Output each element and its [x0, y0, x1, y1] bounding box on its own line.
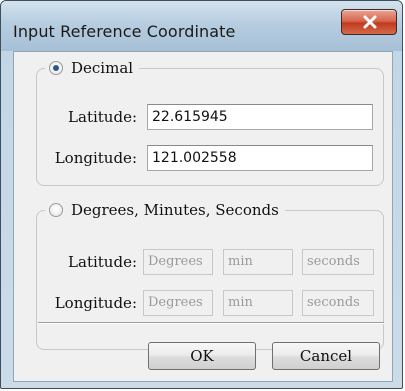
window-title: Input Reference Coordinate — [13, 22, 236, 41]
decimal-latitude-input[interactable]: 22.615945 — [147, 104, 373, 130]
decimal-group: Decimal Latitude: 22.615945 Longitude: 1… — [36, 58, 384, 186]
title-bar[interactable]: Input Reference Coordinate — [1, 1, 402, 51]
ok-button[interactable]: OK — [148, 342, 256, 370]
dms-group-header: Degrees, Minutes, Seconds — [45, 200, 285, 220]
dms-group: Degrees, Minutes, Seconds Latitude: Degr… — [36, 200, 384, 350]
decimal-longitude-input[interactable]: 121.002558 — [147, 145, 373, 171]
dms-latitude-seconds-input[interactable]: seconds — [302, 249, 374, 275]
dms-latitude-label: Latitude: — [68, 253, 137, 271]
dms-longitude-seconds-input[interactable]: seconds — [302, 290, 374, 316]
button-separator — [38, 322, 384, 324]
dms-longitude-label: Longitude: — [54, 294, 137, 312]
dms-longitude-degrees-input[interactable]: Degrees — [143, 290, 213, 316]
dms-latitude-degrees-input[interactable]: Degrees — [143, 249, 213, 275]
decimal-latitude-label: Latitude: — [68, 108, 137, 126]
dms-longitude-minutes-input[interactable]: min — [223, 290, 293, 316]
decimal-group-header: Decimal — [45, 58, 140, 78]
dms-radio[interactable] — [49, 203, 63, 217]
dms-latitude-minutes-input[interactable]: min — [223, 249, 293, 275]
decimal-radio-label[interactable]: Decimal — [71, 59, 133, 77]
decimal-radio[interactable] — [49, 61, 63, 75]
dialog-window: Input Reference Coordinate Decimal Latit… — [0, 0, 403, 389]
cancel-button[interactable]: Cancel — [272, 342, 380, 370]
dms-radio-label[interactable]: Degrees, Minutes, Seconds — [71, 201, 279, 219]
close-icon — [363, 15, 377, 29]
dialog-client-area: Decimal Latitude: 22.615945 Longitude: 1… — [13, 51, 393, 382]
close-button[interactable] — [341, 9, 397, 35]
decimal-longitude-label: Longitude: — [54, 149, 137, 167]
